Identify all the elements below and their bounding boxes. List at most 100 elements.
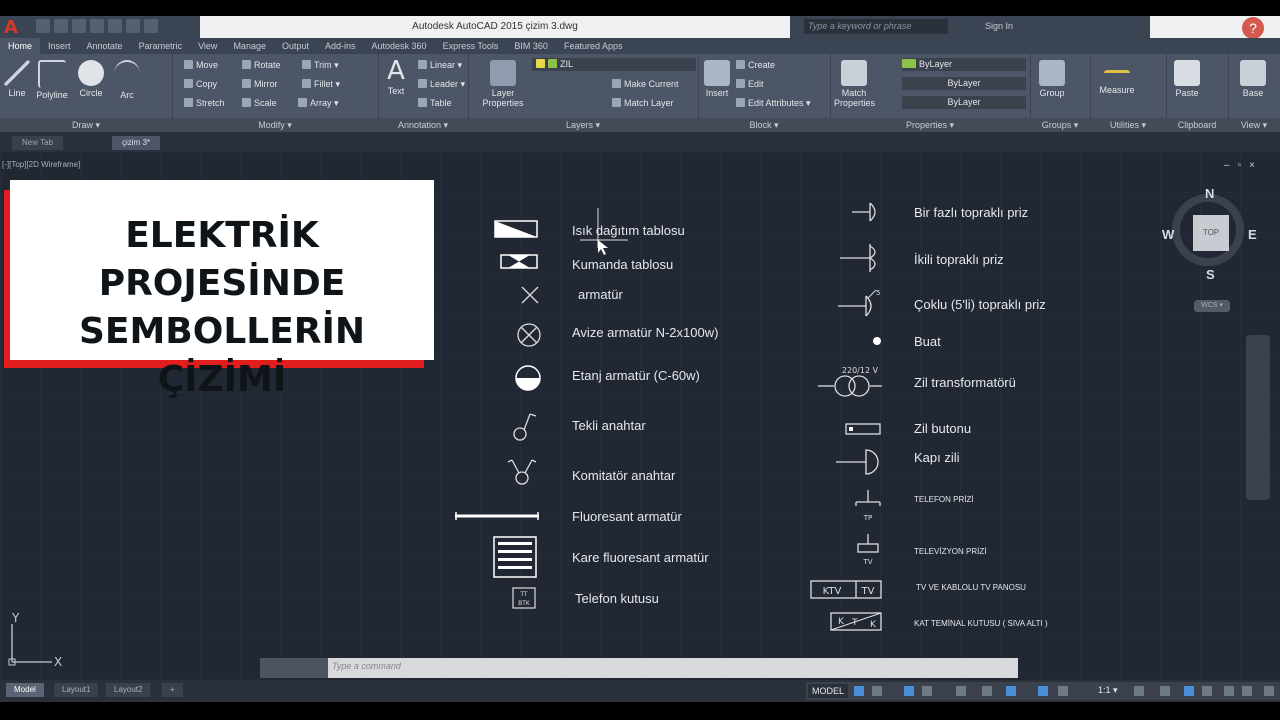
linetype-dropdown[interactable]: ByLayer: [902, 77, 1026, 90]
viewport-window-controls[interactable]: –▫×: [1224, 160, 1263, 171]
open-icon[interactable]: [54, 19, 68, 33]
base-button[interactable]: Base: [1236, 56, 1270, 98]
tab-express-tools[interactable]: Express Tools: [435, 38, 507, 54]
tab-add-ins[interactable]: Add-ins: [317, 38, 364, 54]
tab-home[interactable]: Home: [0, 38, 41, 54]
compass-south[interactable]: S: [1206, 267, 1215, 282]
tab-drawing[interactable]: çizim 3*: [112, 136, 161, 150]
edit-attributes-button[interactable]: Edit Attributes ▾: [736, 98, 811, 109]
layer-dropdown[interactable]: ZIL: [532, 58, 696, 71]
polar-icon[interactable]: [922, 686, 932, 696]
annotation-visibility-icon[interactable]: [1038, 686, 1048, 696]
application-menu-button[interactable]: A: [0, 16, 32, 38]
osnap-icon[interactable]: [956, 686, 966, 696]
status-menu-icon[interactable]: [1264, 686, 1274, 696]
tab-insert[interactable]: Insert: [40, 38, 79, 54]
polyline-button[interactable]: Polyline: [34, 56, 70, 100]
redo-icon[interactable]: [144, 19, 158, 33]
tab-featured-apps[interactable]: Featured Apps: [556, 38, 631, 54]
scale-button[interactable]: Scale: [242, 98, 277, 108]
tab-layout1[interactable]: Layout1: [54, 683, 99, 697]
model-space-button[interactable]: MODEL: [808, 684, 849, 698]
annotation-panel-title[interactable]: Annotation ▾: [378, 118, 468, 132]
snap-icon[interactable]: [872, 686, 882, 696]
help-icon[interactable]: ?: [1242, 17, 1264, 39]
trim-button[interactable]: Trim ▾: [302, 60, 339, 71]
compass-east[interactable]: E: [1248, 227, 1257, 242]
block-panel-title[interactable]: Block ▾: [698, 118, 830, 132]
lineweight-icon[interactable]: [982, 686, 992, 696]
undo-icon[interactable]: [126, 19, 140, 33]
text-button[interactable]: A Text: [382, 56, 410, 96]
annotation-monitor-icon[interactable]: [1160, 686, 1170, 696]
stretch-button[interactable]: Stretch: [184, 98, 225, 108]
view-panel-title[interactable]: View ▾: [1228, 118, 1280, 132]
copy-button[interactable]: Copy: [184, 79, 217, 89]
sign-in-link[interactable]: Sign In: [985, 21, 1013, 31]
match-layer-button[interactable]: Match Layer: [612, 98, 674, 108]
hardware-acceleration-icon[interactable]: [1202, 686, 1212, 696]
tab-autodesk-360[interactable]: Autodesk 360: [364, 38, 435, 54]
match-properties-button[interactable]: Match Properties: [834, 56, 875, 108]
tab-manage[interactable]: Manage: [225, 38, 274, 54]
layer-properties-button[interactable]: Layer Properties: [478, 56, 528, 108]
tab-view[interactable]: View: [190, 38, 225, 54]
save-as-icon[interactable]: [90, 19, 104, 33]
draw-panel-title[interactable]: Draw ▾: [0, 118, 172, 132]
tab-bim-360[interactable]: BIM 360: [506, 38, 556, 54]
leader-button[interactable]: Leader ▾: [418, 79, 465, 90]
workspace-gear-icon[interactable]: [1134, 686, 1144, 696]
customization-icon[interactable]: [1242, 686, 1252, 696]
transparency-icon[interactable]: [1006, 686, 1016, 696]
command-line[interactable]: Type a command: [260, 658, 1018, 678]
create-block-button[interactable]: Create: [736, 60, 775, 70]
tab-parametric[interactable]: Parametric: [131, 38, 191, 54]
navigation-bar[interactable]: [1246, 335, 1270, 500]
make-current-button[interactable]: Make Current: [612, 79, 679, 89]
viewcube-top-face[interactable]: TOP: [1193, 215, 1229, 251]
tab-new-tab[interactable]: New Tab: [12, 136, 63, 150]
tab-output[interactable]: Output: [274, 38, 317, 54]
line-button[interactable]: Line: [2, 56, 32, 98]
tab-model[interactable]: Model: [6, 683, 44, 697]
annotation-scale-icon[interactable]: [1058, 686, 1068, 696]
grid-icon[interactable]: [854, 686, 864, 696]
groups-panel-title[interactable]: Groups ▾: [1030, 118, 1090, 132]
array-button[interactable]: Array ▾: [298, 98, 339, 109]
move-button[interactable]: Move: [184, 60, 218, 70]
compass-north[interactable]: N: [1205, 186, 1214, 201]
search-input[interactable]: Type a keyword or phrase: [804, 19, 948, 34]
group-button[interactable]: Group: [1034, 56, 1070, 98]
wcs-menu[interactable]: WCS ▾: [1194, 300, 1230, 312]
ortho-icon[interactable]: [904, 686, 914, 696]
clipboard-panel-title[interactable]: Clipboard: [1166, 118, 1228, 132]
command-input[interactable]: Type a command: [332, 661, 401, 671]
viewcube[interactable]: TOP N S E W: [1162, 186, 1258, 282]
edit-block-button[interactable]: Edit: [736, 79, 764, 89]
layers-panel-title[interactable]: Layers ▾: [468, 118, 698, 132]
new-icon[interactable]: [36, 19, 50, 33]
insert-button[interactable]: Insert: [700, 56, 734, 98]
fillet-button[interactable]: Fillet ▾: [302, 79, 340, 90]
utilities-panel-title[interactable]: Utilities ▾: [1090, 118, 1166, 132]
compass-west[interactable]: W: [1162, 227, 1174, 242]
mirror-button[interactable]: Mirror: [242, 79, 278, 89]
table-button[interactable]: Table: [418, 98, 452, 108]
save-icon[interactable]: [72, 19, 86, 33]
scale-dropdown[interactable]: 1:1 ▾: [1098, 685, 1118, 696]
clean-screen-icon[interactable]: [1224, 686, 1234, 696]
paste-button[interactable]: Paste: [1172, 56, 1202, 98]
lineweight-dropdown[interactable]: ByLayer: [902, 96, 1026, 109]
add-layout-button[interactable]: +: [162, 683, 183, 697]
viewport-controls-label[interactable]: [-][Top][2D Wireframe]: [2, 160, 80, 169]
command-line-buttons[interactable]: [260, 658, 328, 678]
tab-layout2[interactable]: Layout2: [106, 683, 151, 697]
color-dropdown[interactable]: ByLayer: [902, 58, 1026, 71]
print-icon[interactable]: [108, 19, 122, 33]
isolate-objects-icon[interactable]: [1184, 686, 1194, 696]
measure-button[interactable]: Measure: [1094, 56, 1140, 95]
rotate-button[interactable]: Rotate: [242, 60, 281, 70]
properties-panel-title[interactable]: Properties ▾: [830, 118, 1030, 132]
arc-button[interactable]: Arc: [112, 56, 142, 100]
tab-annotate[interactable]: Annotate: [79, 38, 131, 54]
